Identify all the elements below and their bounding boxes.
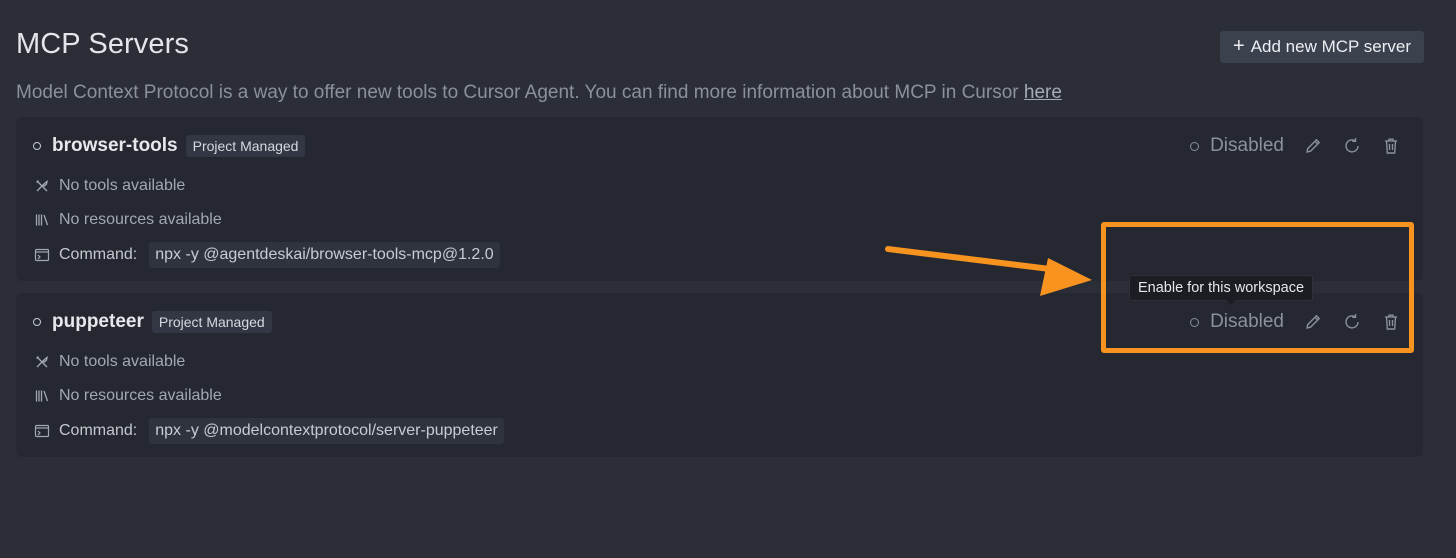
command-row: Command: npx -y @agentdeskai/browser-too…	[34, 242, 500, 268]
mcp-settings-page: MCP Servers + Add new MCP server Model C…	[0, 0, 1456, 558]
resources-row: No resources available	[34, 211, 222, 229]
disabled-status-icon	[1190, 141, 1200, 151]
command-label: Command:	[59, 422, 138, 439]
server-header: puppeteer Project Managed	[33, 311, 272, 333]
tools-text: No tools available	[59, 177, 186, 194]
terminal-icon	[34, 248, 50, 262]
annotation-arrow-icon	[885, 246, 1092, 296]
command-row: Command: npx -y @modelcontextprotocol/se…	[34, 418, 504, 444]
plus-icon: +	[1233, 35, 1245, 57]
page-title: MCP Servers	[16, 28, 189, 60]
library-icon	[35, 390, 49, 402]
page-description: Model Context Protocol is a way to offer…	[16, 82, 1062, 104]
status-dot-icon	[33, 142, 41, 150]
enable-workspace-tooltip: Enable for this workspace	[1130, 276, 1313, 305]
add-mcp-server-label: Add new MCP server	[1250, 37, 1411, 56]
server-header: browser-tools Project Managed	[33, 135, 306, 157]
resources-row: No resources available	[34, 387, 222, 405]
tools-text: No tools available	[59, 353, 186, 370]
description-text: Model Context Protocol is a way to offer…	[16, 82, 1024, 103]
project-managed-badge: Project Managed	[185, 135, 306, 157]
command-value: npx -y @agentdeskai/browser-tools-mcp@1.…	[149, 242, 500, 268]
tools-row: No tools available	[34, 353, 185, 371]
project-managed-badge: Project Managed	[151, 311, 272, 333]
trash-icon[interactable]	[1381, 136, 1401, 156]
tools-icon	[36, 179, 48, 192]
edit-pencil-icon[interactable]	[1303, 136, 1323, 156]
terminal-icon	[34, 424, 50, 438]
add-mcp-server-button[interactable]: + Add new MCP server	[1220, 31, 1424, 63]
server-actions: Disabled	[1190, 135, 1401, 157]
command-value: npx -y @modelcontextprotocol/server-pupp…	[149, 418, 504, 444]
tools-icon	[36, 355, 48, 368]
resources-text: No resources available	[59, 387, 222, 404]
status-dot-icon	[33, 318, 41, 326]
server-name: puppeteer	[52, 311, 144, 332]
enable-toggle[interactable]: Disabled	[1210, 135, 1284, 157]
refresh-icon[interactable]	[1342, 136, 1362, 156]
tools-row: No tools available	[34, 177, 185, 195]
library-icon	[35, 214, 49, 226]
here-link[interactable]: here	[1024, 82, 1062, 103]
resources-text: No resources available	[59, 211, 222, 228]
command-label: Command:	[59, 246, 138, 263]
server-name: browser-tools	[52, 135, 178, 156]
